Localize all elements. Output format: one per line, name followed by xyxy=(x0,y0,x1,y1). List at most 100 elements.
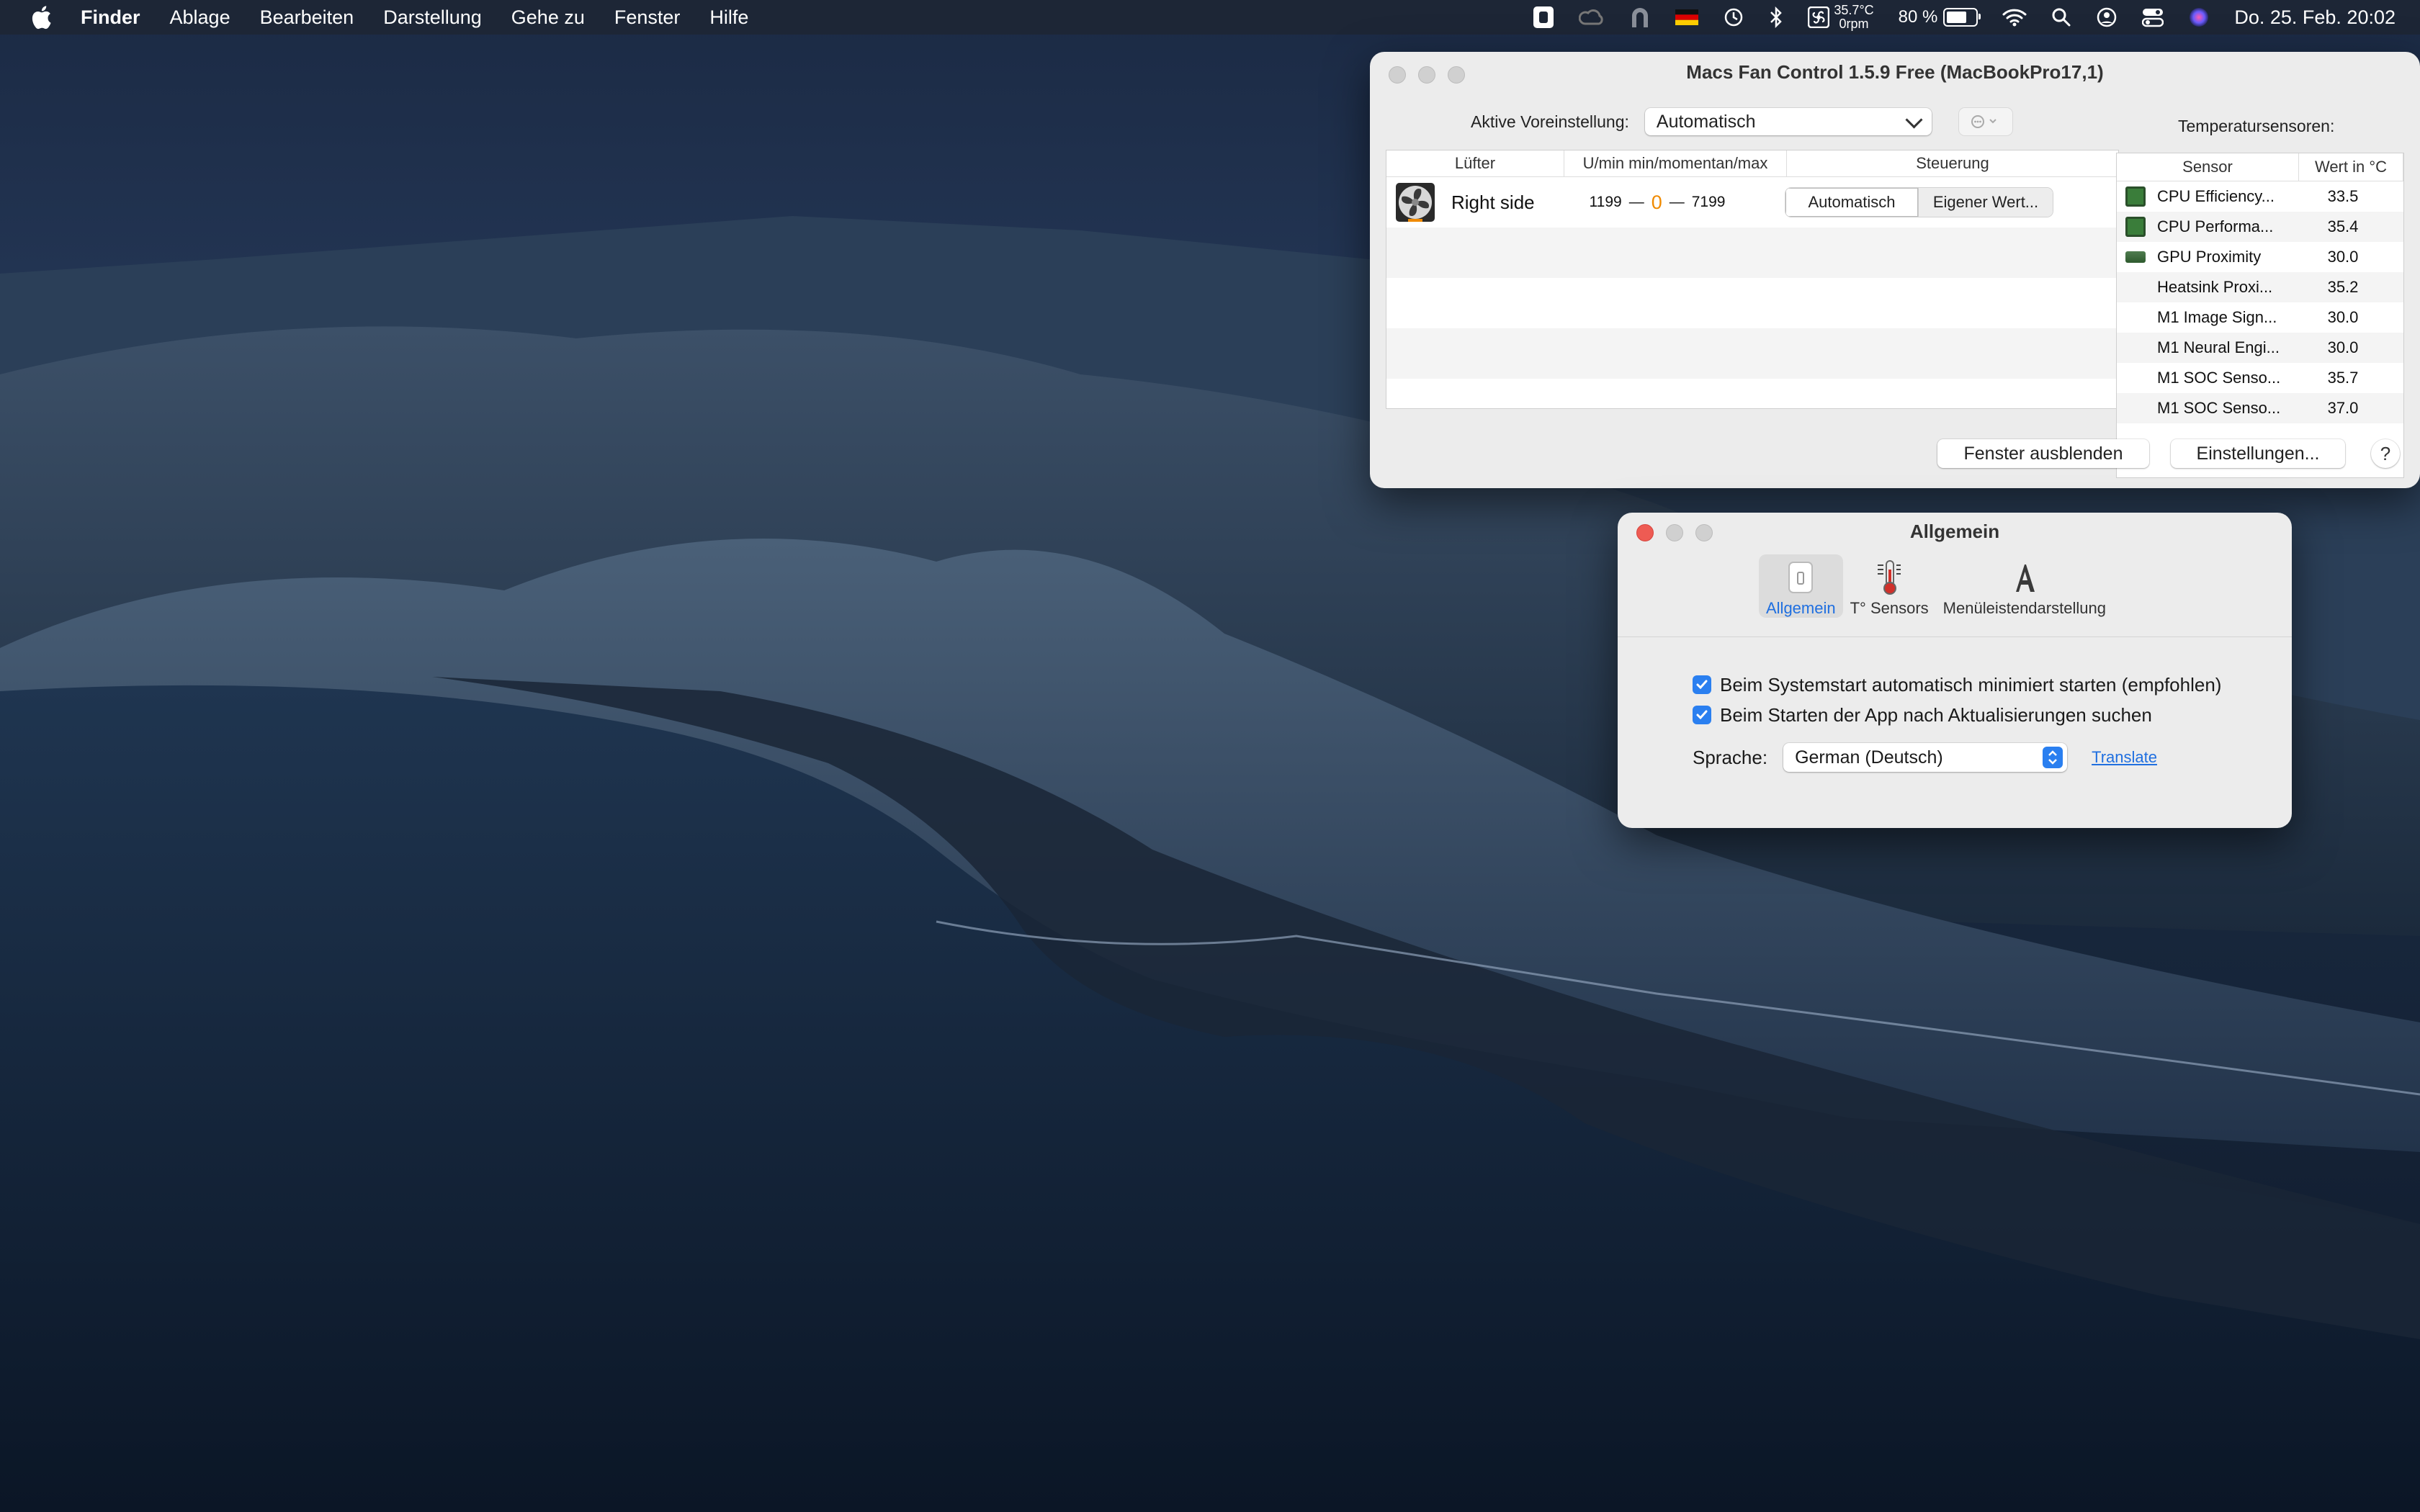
fan-row-empty xyxy=(1386,328,2118,379)
zoom-button[interactable] xyxy=(1695,524,1713,541)
temp-sensors-heading: Temperatursensoren: xyxy=(2178,117,2335,135)
autostart-checkbox-row[interactable]: Beim Systemstart automatisch minimiert s… xyxy=(1693,670,2221,700)
siri-icon[interactable] xyxy=(2188,6,2210,28)
sensor-table-header: Sensor Wert in °C xyxy=(2117,153,2403,181)
tab-allgemein[interactable]: Allgemein xyxy=(1759,554,1843,618)
fan-table-header: Lüfter U/min min/momentan/max Steuerung xyxy=(1386,150,2118,177)
col-value[interactable]: Wert in °C xyxy=(2299,153,2403,181)
fan-window-buttons: Fenster ausblenden Einstellungen... ? xyxy=(1937,439,2400,468)
sensor-row[interactable]: Heatsink Proxi... 35.2 xyxy=(2117,272,2403,302)
checkmark-icon xyxy=(1696,680,1708,690)
tab-menuleiste[interactable]: Menüleistendarstellung xyxy=(1936,554,2113,618)
battery-status[interactable]: 80 % xyxy=(1898,7,1981,27)
minimize-button[interactable] xyxy=(1666,524,1683,541)
wifi-icon[interactable] xyxy=(2002,8,2027,27)
menubar-temp: 35.7°C xyxy=(1834,3,1874,17)
menu-gehe-zu[interactable]: Gehe zu xyxy=(511,6,585,29)
shortcut-icon[interactable] xyxy=(1533,6,1554,29)
tab-menuleiste-label: Menüleistendarstellung xyxy=(1942,599,2106,617)
translate-link[interactable]: Translate xyxy=(2092,748,2157,767)
minimize-button[interactable] xyxy=(1418,66,1435,84)
autostart-checkbox[interactable] xyxy=(1693,675,1711,694)
menu-darstellung[interactable]: Darstellung xyxy=(383,6,482,29)
control-center-icon[interactable] xyxy=(2142,7,2164,27)
sensor-blank-icon xyxy=(2125,398,2146,418)
rpm-dash: — xyxy=(1669,194,1685,210)
sensor-blank-icon xyxy=(2125,277,2146,297)
zoom-button[interactable] xyxy=(1448,66,1465,84)
user-icon[interactable] xyxy=(2096,6,2118,28)
hide-window-button[interactable]: Fenster ausblenden xyxy=(1937,439,2149,468)
menu-ablage[interactable]: Ablage xyxy=(170,6,230,29)
menu-bar: Finder Ablage Bearbeiten Darstellung Geh… xyxy=(0,0,2420,35)
updates-checkbox[interactable] xyxy=(1693,706,1711,724)
flag-germany-icon[interactable] xyxy=(1675,9,1699,25)
sensor-blank-icon xyxy=(2125,338,2146,358)
language-value: German (Deutsch) xyxy=(1795,747,1943,768)
sensor-row[interactable]: M1 Neural Engi... 30.0 xyxy=(2117,333,2403,363)
close-button[interactable] xyxy=(1636,524,1654,541)
chevron-down-icon xyxy=(1905,110,1923,129)
preferences-window: Allgemein Allgemein T° Sensors Menüleist… xyxy=(1618,513,2292,828)
sensor-value: 35.2 xyxy=(2327,278,2359,296)
help-button[interactable]: ? xyxy=(2371,439,2400,468)
sensor-value: 35.4 xyxy=(2327,217,2359,235)
fan-rpm-min: 1199 xyxy=(1589,194,1622,210)
control-custom-button[interactable]: Eigener Wert... xyxy=(1919,188,2053,217)
prefs-body: Beim Systemstart automatisch minimiert s… xyxy=(1693,670,2221,772)
language-select[interactable]: German (Deutsch) xyxy=(1783,743,2068,772)
sensor-name: M1 Neural Engi... xyxy=(2157,338,2280,356)
tab-sensors-label: T° Sensors xyxy=(1850,599,1929,617)
col-luefter[interactable]: Lüfter xyxy=(1386,150,1564,176)
preset-value: Automatisch xyxy=(1656,111,1756,132)
battery-percent: 80 % xyxy=(1898,7,1938,27)
cpu-chip-icon xyxy=(2125,186,2146,207)
gpu-card-icon xyxy=(2125,251,2146,263)
control-auto-button[interactable]: Automatisch xyxy=(1785,188,1919,217)
sensor-row[interactable]: GPU Proximity 30.0 xyxy=(2117,242,2403,272)
col-rpm[interactable]: U/min min/momentan/max xyxy=(1564,150,1787,176)
sensor-name: GPU Proximity xyxy=(2157,248,2262,266)
menu-bearbeiten[interactable]: Bearbeiten xyxy=(260,6,354,29)
fan-control-icon xyxy=(1808,6,1830,28)
preset-actions-button[interactable] xyxy=(1958,108,2012,135)
sensor-name: CPU Performa... xyxy=(2157,217,2274,235)
sensor-name: M1 SOC Senso... xyxy=(2157,369,2281,387)
preset-dropdown[interactable]: Automatisch xyxy=(1644,108,1932,135)
col-sensor[interactable]: Sensor xyxy=(2117,153,2299,181)
fan-row-right-side[interactable]: Right side 1199 — 0 — 7199 Automatisch E… xyxy=(1386,177,2118,228)
bluetooth-icon[interactable] xyxy=(1769,6,1783,28)
sensor-row[interactable]: M1 SOC Senso... 35.7 xyxy=(2117,363,2403,393)
fan-control-segmented: Automatisch Eigener Wert... xyxy=(1785,188,2053,217)
menu-fenster[interactable]: Fenster xyxy=(614,6,681,29)
sensor-row[interactable]: M1 Image Sign... 30.0 xyxy=(2117,302,2403,333)
font-a-icon xyxy=(2009,560,2040,595)
updates-checkbox-row[interactable]: Beim Starten der App nach Aktualisierung… xyxy=(1693,700,2221,730)
window-controls xyxy=(1636,524,1725,541)
close-button[interactable] xyxy=(1389,66,1406,84)
spotlight-icon[interactable] xyxy=(2051,7,2071,27)
prefs-titlebar[interactable]: Allgemein xyxy=(1618,513,2292,550)
creative-cloud-icon[interactable] xyxy=(1579,8,1605,27)
apple-logo-icon[interactable] xyxy=(30,5,52,30)
tab-sensors[interactable]: T° Sensors xyxy=(1843,554,1936,618)
menubar-clock[interactable]: Do. 25. Feb. 20:02 xyxy=(2234,6,2396,29)
language-row: Sprache: German (Deutsch) Translate xyxy=(1693,743,2221,772)
fan-control-status[interactable]: 35.7°C 0rpm xyxy=(1808,3,1874,31)
menu-hilfe[interactable]: Hilfe xyxy=(709,6,748,29)
general-switch-icon xyxy=(1785,560,1816,595)
time-machine-icon[interactable] xyxy=(1723,6,1744,28)
menu-app-name[interactable]: Finder xyxy=(81,6,140,29)
sensor-name: CPU Efficiency... xyxy=(2157,187,2275,205)
sensor-row[interactable]: CPU Performa... 35.4 xyxy=(2117,212,2403,242)
sensor-name: M1 SOC Senso... xyxy=(2157,399,2281,417)
sensor-row[interactable]: M1 SOC Senso... 37.0 xyxy=(2117,393,2403,423)
preset-label: Aktive Voreinstellung: xyxy=(1471,112,1629,131)
col-steuerung[interactable]: Steuerung xyxy=(1787,150,2118,176)
settings-button[interactable]: Einstellungen... xyxy=(2171,439,2345,468)
tab-allgemein-label: Allgemein xyxy=(1766,599,1836,617)
vpn-icon[interactable] xyxy=(1629,6,1651,29)
fan-window-titlebar[interactable]: Macs Fan Control 1.5.9 Free (MacBookPro1… xyxy=(1370,52,2420,92)
sensor-value: 30.0 xyxy=(2327,308,2359,326)
sensor-row[interactable]: CPU Efficiency... 33.5 xyxy=(2117,181,2403,212)
